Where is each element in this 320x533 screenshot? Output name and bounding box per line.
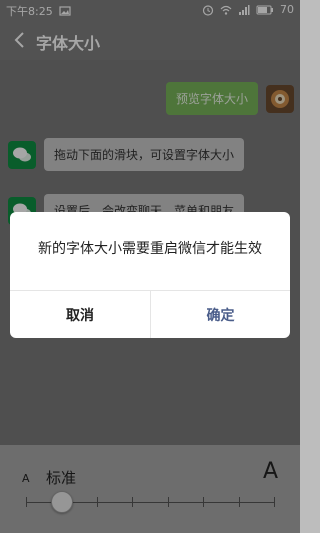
- dialog-message: 新的字体大小需要重启微信才能生效: [38, 241, 262, 257]
- cancel-button[interactable]: 取消: [10, 291, 150, 338]
- confirm-button[interactable]: 确定: [150, 291, 290, 338]
- restart-dialog: 新的字体大小需要重启微信才能生效 取消 确定: [10, 212, 290, 338]
